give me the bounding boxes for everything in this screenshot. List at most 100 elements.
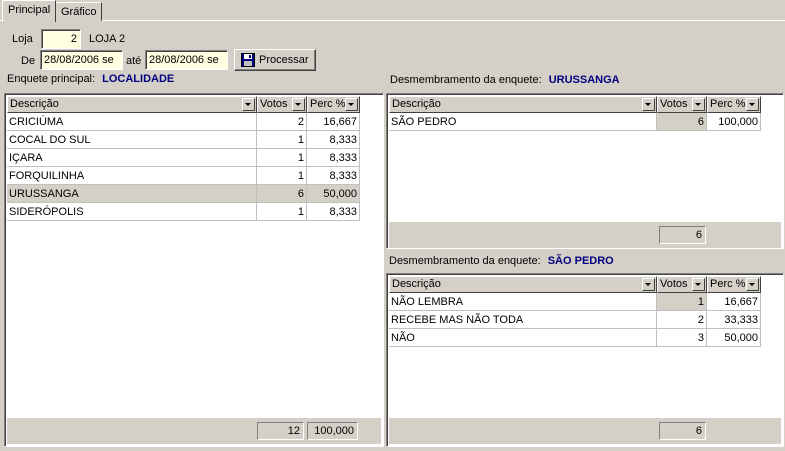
cell-descricao: RECEBE MAS NÃO TODA (389, 311, 657, 329)
dropdown-arrow-icon[interactable] (692, 278, 705, 291)
cell-descricao: URUSSANGA (7, 185, 257, 203)
cell-descricao: CRICIÚMA (7, 113, 257, 131)
breakdown2-caption-bar: Desmembramento da enquete: SÃO PEDRO (386, 250, 784, 272)
dropdown-arrow-icon[interactable] (642, 278, 655, 291)
table-row[interactable]: COCAL DO SUL 1 8,333 (7, 131, 360, 149)
cell-votos: 1 (657, 293, 707, 311)
table-row[interactable]: NÃO LEMBRA 1 16,667 (389, 293, 761, 311)
total-votos: 6 (659, 422, 706, 440)
breakdown1-label: Desmembramento da enquete: (390, 74, 542, 86)
header-perc[interactable]: Perc % (707, 276, 761, 293)
cell-perc: 16,667 (707, 293, 761, 311)
cell-perc: 50,000 (307, 185, 360, 203)
dropdown-arrow-icon[interactable] (345, 98, 358, 111)
cell-votos: 1 (257, 149, 307, 167)
dropdown-arrow-icon[interactable] (746, 278, 759, 291)
floppy-disk-icon (241, 53, 255, 67)
table-row[interactable]: CRICIÚMA 2 16,667 (7, 113, 360, 131)
cell-votos: 1 (257, 131, 307, 149)
main-grid-table: Descrição Votos Perc % CRICIÚMA 2 16,667… (7, 96, 360, 221)
breakdown1-caption: Desmembramento da enquete: URUSSANGA (390, 74, 620, 86)
breakdown2-label: Desmembramento da enquete: (389, 255, 541, 267)
header-votos[interactable]: Votos (257, 96, 307, 113)
cell-perc: 33,333 (707, 311, 761, 329)
header-votos-label: Votos (660, 278, 688, 290)
tab-grafico-label: Gráfico (61, 6, 97, 18)
table-row[interactable]: IÇARA 1 8,333 (7, 149, 360, 167)
cell-descricao: NÃO (389, 329, 657, 347)
tab-grafico[interactable]: Gráfico (55, 2, 103, 21)
main-survey-label: Enquete principal: (7, 73, 96, 85)
breakdown1-table: Descrição Votos Perc % SÃO PEDRO 6 100,0… (389, 96, 761, 131)
header-descricao[interactable]: Descrição (389, 276, 657, 293)
cell-votos: 2 (657, 311, 707, 329)
header-descricao-label: Descrição (392, 98, 441, 110)
main-survey-caption: Enquete principal: LOCALIDADE (7, 73, 174, 85)
de-label: De (21, 55, 36, 67)
breakdown2-grid[interactable]: Descrição Votos Perc % NÃO LEMBRA 1 16,6… (386, 273, 784, 447)
breakdown1-footer: 6 (389, 222, 781, 248)
total-votos: 6 (659, 226, 706, 244)
header-descricao-label: Descrição (392, 278, 441, 290)
breakdown1-grid[interactable]: Descrição Votos Perc % SÃO PEDRO 6 100,0… (386, 93, 784, 249)
dropdown-arrow-icon[interactable] (642, 98, 655, 111)
header-descricao-label: Descrição (10, 98, 59, 110)
cell-perc: 16,667 (307, 113, 360, 131)
header-perc[interactable]: Perc % (307, 96, 360, 113)
main-survey-grid[interactable]: Descrição Votos Perc % CRICIÚMA 2 16,667… (4, 93, 384, 447)
cell-perc: 8,333 (307, 203, 360, 221)
main-grid-header: Descrição Votos Perc % (7, 96, 360, 113)
process-button[interactable]: Processar (234, 49, 316, 71)
dropdown-arrow-icon[interactable] (692, 98, 705, 111)
table-row[interactable]: SIDERÓPOLIS 1 8,333 (7, 203, 360, 221)
breakdown2-header: Descrição Votos Perc % (389, 276, 761, 293)
cell-votos: 1 (257, 203, 307, 221)
cell-votos: 1 (257, 167, 307, 185)
breakdown2-value: SÃO PEDRO (547, 255, 614, 267)
header-votos[interactable]: Votos (657, 276, 707, 293)
cell-votos: 6 (257, 185, 307, 203)
cell-perc: 100,000 (707, 113, 761, 131)
dropdown-arrow-icon[interactable] (292, 98, 305, 111)
cell-descricao: SÃO PEDRO (389, 113, 657, 131)
table-row[interactable]: RECEBE MAS NÃO TODA 2 33,333 (389, 311, 761, 329)
table-row-selected[interactable]: URUSSANGA 6 50,000 (7, 185, 360, 203)
cell-perc: 8,333 (307, 149, 360, 167)
table-row[interactable]: NÃO 3 50,000 (389, 329, 761, 347)
cell-perc: 8,333 (307, 167, 360, 185)
main-grid-footer: 12 100,000 (7, 418, 381, 444)
header-perc-label: Perc % (710, 98, 746, 110)
cell-votos: 3 (657, 329, 707, 347)
date-from-input[interactable]: 28/08/2006 se (40, 50, 123, 70)
breakdown2-footer: 6 (389, 418, 781, 444)
cell-perc: 50,000 (707, 329, 761, 347)
cell-perc: 8,333 (307, 131, 360, 149)
table-row[interactable]: FORQUILINHA 1 8,333 (7, 167, 360, 185)
header-votos[interactable]: Votos (657, 96, 707, 113)
total-perc: 100,000 (307, 422, 358, 440)
table-row[interactable]: SÃO PEDRO 6 100,000 (389, 113, 761, 131)
header-descricao[interactable]: Descrição (7, 96, 257, 113)
cell-votos: 2 (257, 113, 307, 131)
dropdown-arrow-icon[interactable] (746, 98, 759, 111)
cell-descricao: COCAL DO SUL (7, 131, 257, 149)
loja-input[interactable]: 2 (41, 29, 81, 49)
breakdown2-table: Descrição Votos Perc % NÃO LEMBRA 1 16,6… (389, 276, 761, 347)
dropdown-arrow-icon[interactable] (242, 98, 255, 111)
header-perc[interactable]: Perc % (707, 96, 761, 113)
process-button-label: Processar (259, 54, 309, 66)
ate-label: até (126, 55, 142, 67)
header-descricao[interactable]: Descrição (389, 96, 657, 113)
header-perc-label: Perc % (310, 98, 346, 110)
header-votos-label: Votos (260, 98, 288, 110)
tab-strip: Principal Gráfico (0, 0, 785, 22)
date-to-input[interactable]: 28/08/2006 se (145, 50, 228, 70)
tab-principal[interactable]: Principal (2, 0, 57, 22)
cell-descricao: NÃO LEMBRA (389, 293, 657, 311)
header-votos-label: Votos (660, 98, 688, 110)
cell-descricao: FORQUILINHA (7, 167, 257, 185)
cell-descricao: SIDERÓPOLIS (7, 203, 257, 221)
header-perc-label: Perc % (710, 278, 746, 290)
breakdown1-value: URUSSANGA (548, 74, 620, 86)
main-survey-value: LOCALIDADE (102, 73, 175, 85)
